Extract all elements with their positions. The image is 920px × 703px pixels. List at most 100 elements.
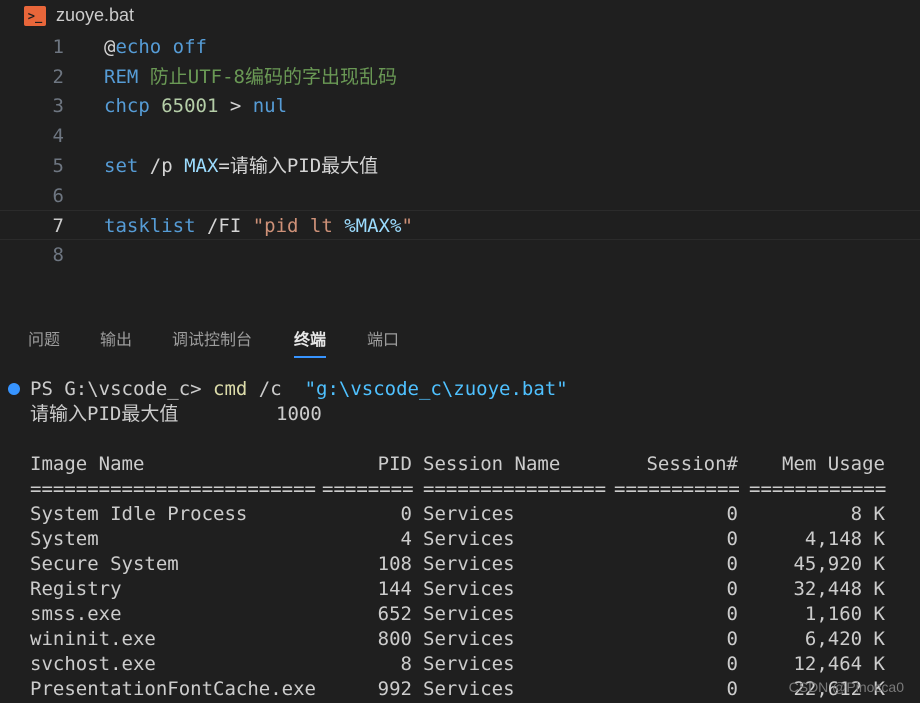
table-cell: 144	[377, 578, 412, 600]
panel-tab-bar: 问题 输出 调试控制台 终端 端口	[0, 318, 920, 358]
table-cell: 1,160 K	[804, 603, 885, 625]
table-cell: System	[30, 528, 99, 550]
panel-tab-1[interactable]: 输出	[100, 326, 132, 350]
table-separator: ========================= ======== =======…	[30, 477, 890, 502]
terminal-command-line: PS G:\vscode_c> cmd /c "g:\vscode_c\zuoy…	[30, 377, 568, 402]
table-cell: 108	[377, 553, 412, 575]
code-token: MAX	[184, 154, 219, 177]
code-token: >	[218, 95, 253, 118]
code-line[interactable]: 8	[0, 240, 920, 270]
table-cell: PresentationFontCache.exe	[30, 678, 316, 700]
code-token: 65001	[161, 95, 219, 118]
table-cell: 652	[377, 603, 412, 625]
table-cell: 0	[726, 528, 738, 550]
table-cell: Services	[423, 528, 515, 550]
table-cell: Services	[423, 678, 515, 700]
code-token: /p	[138, 154, 185, 177]
code-token: "pid lt	[252, 215, 345, 238]
table-cell: 0	[726, 578, 738, 600]
code-token: "	[401, 215, 413, 238]
code-token: chcp	[104, 95, 162, 118]
table-row: svchost.exe 8 Services 0 12,464 K	[30, 652, 890, 677]
table-cell: ===========	[614, 478, 740, 500]
code-line[interactable]: 4	[0, 121, 920, 151]
table-cell: 6,420 K	[804, 628, 885, 650]
terminal-input-line: 请输入PID最大值 1000	[30, 402, 430, 427]
code-token: %MAX%	[344, 215, 402, 238]
terminal-command: cmd	[213, 378, 248, 400]
table-cell: Services	[423, 503, 515, 525]
terminal-prompt: PS G:\vscode_c>	[30, 378, 214, 400]
line-number: 7	[52, 215, 64, 238]
panel-tab-2[interactable]: 调试控制台	[172, 326, 252, 350]
table-cell: 12,464 K	[793, 653, 885, 675]
table-cell: ========	[322, 478, 414, 500]
table-cell: 0	[726, 503, 738, 525]
code-text: set /p MAX=请输入PID最大值	[104, 151, 378, 181]
table-cell: 4,148 K	[804, 528, 885, 550]
table-cell: 8	[400, 653, 412, 675]
input-value: 1000	[276, 403, 322, 425]
code-token: /FI	[195, 215, 253, 238]
table-row: smss.exe 652 Services 0 1,160 K	[30, 602, 890, 627]
code-text: REM 防止UTF-8编码的字出现乱码	[104, 62, 397, 92]
table-cell: 0	[726, 603, 738, 625]
code-token: tasklist	[104, 215, 196, 238]
table-cell: Services	[423, 653, 515, 675]
line-number: 4	[52, 125, 64, 148]
line-number: 3	[52, 95, 64, 118]
code-token: =请输入PID最大值	[218, 154, 379, 177]
panel-tab-3[interactable]: 终端	[294, 326, 327, 358]
code-text: chcp 65001 > nul	[104, 91, 287, 121]
table-cell: 32,448 K	[793, 578, 885, 600]
table-row: Registry 144 Services 0 32,448 K	[30, 577, 890, 602]
line-number: 8	[52, 243, 64, 266]
code-line[interactable]: 5 set /p MAX=请输入PID最大值	[0, 151, 920, 181]
table-row: System Idle Process 0 Services 0 8 K	[30, 502, 890, 527]
code-line[interactable]: 3 chcp 65001 > nul	[0, 91, 920, 121]
table-cell: 0	[726, 628, 738, 650]
terminal-args: /c	[247, 378, 305, 400]
table-cell: System Idle Process	[30, 503, 248, 525]
table-cell: smss.exe	[30, 603, 122, 625]
table-cell: 45,920 K	[793, 553, 885, 575]
file-name: zuoye.bat	[56, 5, 135, 25]
input-prompt-label: 请输入PID最大值	[30, 403, 179, 425]
table-cell: Services	[423, 628, 515, 650]
line-number: 2	[52, 65, 64, 88]
table-cell: ================	[423, 478, 607, 500]
table-cell: Image Name	[30, 453, 145, 475]
table-cell: 0	[726, 678, 738, 700]
code-line[interactable]: 1 @echo off	[0, 32, 920, 62]
table-cell: svchost.exe	[30, 653, 156, 675]
line-number: 6	[52, 184, 64, 207]
code-editor[interactable]: >_ zuoye.bat 1 @echo off 2 REM 防止UTF-8编码的字出…	[0, 0, 920, 310]
table-cell: 4	[400, 528, 412, 550]
code-token: @	[104, 36, 116, 58]
table-row: Secure System 108 Services 0 45,920 K	[30, 552, 890, 577]
code-token: REM	[104, 65, 150, 88]
code-line[interactable]: 6	[0, 181, 920, 211]
table-cell: Services	[423, 603, 515, 625]
command-status-dot-icon	[8, 383, 20, 395]
table-cell: =========================	[30, 478, 316, 500]
terminal[interactable]: PS G:\vscode_c> cmd /c "g:\vscode_c\zuoy…	[0, 372, 920, 703]
code-line[interactable]: 7 tasklist /FI "pid lt %MAX%"	[0, 210, 920, 241]
watermark: CSDN @Pinocca0	[788, 679, 904, 695]
file-tab[interactable]: >_ zuoye.bat	[0, 0, 920, 32]
table-cell: Services	[423, 578, 515, 600]
table-cell: Mem Usage	[782, 453, 885, 475]
panel-tab-4[interactable]: 端口	[367, 326, 399, 350]
code-token: set	[104, 154, 139, 177]
terminal-file-icon: >_	[24, 6, 46, 26]
table-cell: Registry	[30, 578, 122, 600]
panel-tab-0[interactable]: 问题	[28, 326, 60, 350]
table-cell: 0	[726, 553, 738, 575]
code-token: echo off	[115, 36, 207, 58]
code-line[interactable]: 2 REM 防止UTF-8编码的字出现乱码	[0, 62, 920, 92]
table-row: System 4 Services 0 4,148 K	[30, 527, 890, 552]
table-cell: 800	[377, 628, 412, 650]
table-cell: 0	[726, 653, 738, 675]
code-text: tasklist /FI "pid lt %MAX%"	[104, 211, 413, 241]
terminal-path: "g:\vscode_c\zuoye.bat"	[304, 378, 568, 400]
